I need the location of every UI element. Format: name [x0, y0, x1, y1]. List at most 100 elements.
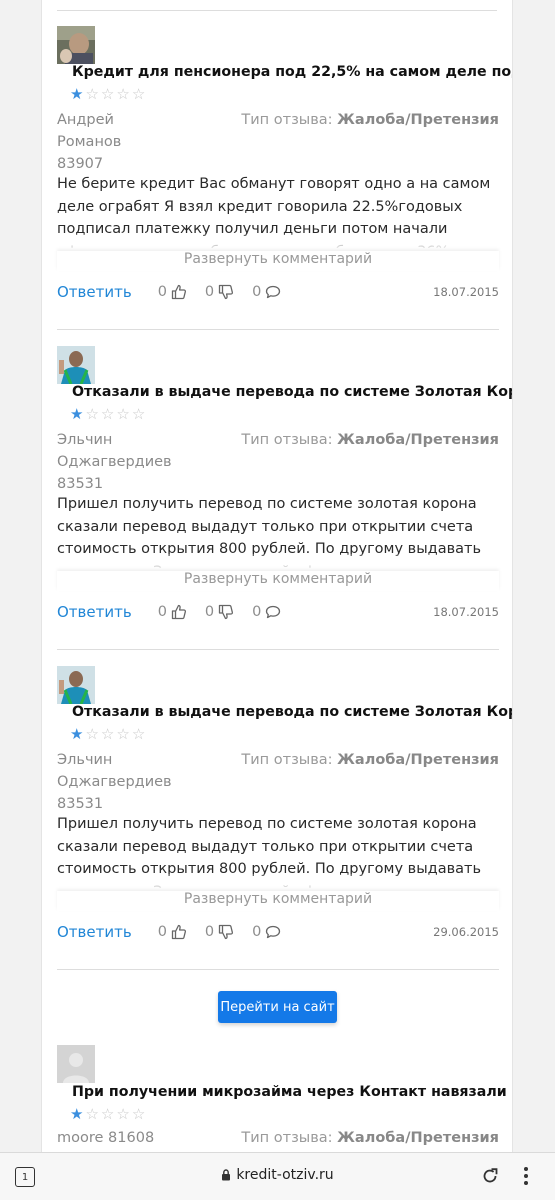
author-first-name: Эльчин: [57, 752, 113, 768]
star-empty-icon: ☆: [116, 85, 130, 103]
star-empty-icon: ☆: [116, 1105, 130, 1123]
thumbs-down-icon: [219, 924, 234, 940]
thumbs-up-icon: [171, 604, 186, 620]
go-to-site-button[interactable]: Перейти на сайт: [218, 991, 337, 1023]
author-info: Эльчин Оджагвердиев 83531: [57, 429, 217, 495]
rating-stars: ★ ☆ ☆ ☆ ☆: [70, 86, 145, 102]
review-title[interactable]: Отказали в выдаче перевода по системе Зо…: [72, 704, 512, 720]
avatar[interactable]: [57, 666, 95, 704]
like-count: 0: [157, 924, 167, 940]
like-button[interactable]: 0: [158, 604, 187, 620]
author-info: Эльчин Оджагвердиев 83531: [57, 749, 217, 815]
star-empty-icon: ☆: [85, 725, 99, 743]
like-count: 0: [157, 284, 167, 300]
star-empty-icon: ☆: [100, 405, 115, 423]
page-content: Кредит для пенсионера под 22,5% на самом…: [41, 0, 513, 1152]
review-type-label: Тип отзыва:: [241, 752, 333, 768]
author-info: Андрей Романов 83907: [57, 109, 217, 175]
star-empty-icon: ☆: [85, 405, 99, 423]
like-button[interactable]: 0: [158, 924, 187, 940]
comment-bubble-icon: [266, 925, 281, 939]
reply-link[interactable]: Ответить: [57, 923, 132, 941]
author-first-name: Эльчин: [57, 432, 113, 448]
text-fade: [57, 554, 499, 570]
comments-count: 0: [252, 284, 262, 300]
comment-bubble-icon: [266, 605, 281, 619]
reply-link[interactable]: Ответить: [57, 283, 132, 301]
review-title[interactable]: Отказали в выдаче перевода по системе Зо…: [72, 384, 512, 400]
review-card: Отказали в выдаче перевода по системе Зо…: [57, 650, 512, 970]
dislike-count: 0: [204, 284, 215, 300]
review-type-label: Тип отзыва:: [241, 112, 333, 128]
star-filled-icon: ★: [70, 1105, 84, 1123]
dislike-button[interactable]: 0: [205, 604, 234, 620]
star-empty-icon: ☆: [100, 725, 115, 743]
star-empty-icon: ☆: [85, 85, 99, 103]
expand-comment-link[interactable]: Развернуть комментарий: [57, 571, 499, 591]
author-id: 83907: [57, 156, 104, 172]
author-id: 83531: [57, 796, 104, 812]
star-empty-icon: ☆: [100, 85, 115, 103]
star-empty-icon: ☆: [85, 1105, 99, 1123]
review-date: 18.07.2015: [433, 285, 499, 299]
dislike-button[interactable]: 0: [205, 284, 234, 300]
thumbs-down-icon: [219, 604, 234, 620]
comment-bubble-icon: [266, 285, 281, 299]
divider: [57, 969, 499, 970]
url-text: kredit-otziv.ru: [236, 1167, 334, 1183]
comments-button[interactable]: 0: [252, 604, 281, 620]
review-type-value: Жалоба/Претензия: [337, 112, 499, 128]
reply-link[interactable]: Ответить: [57, 603, 132, 621]
author-id: 83531: [57, 476, 104, 492]
review-type-value: Жалоба/Претензия: [337, 752, 499, 768]
address-bar[interactable]: kredit-otziv.ru: [0, 1167, 555, 1183]
review-type: Тип отзыва: Жалоба/Претензия: [241, 749, 499, 771]
review-card: При получении микрозайма через Контакт н…: [57, 1030, 512, 1152]
star-empty-icon: ☆: [131, 1105, 146, 1123]
avatar-placeholder[interactable]: [57, 1045, 95, 1083]
review-type: Тип отзыва: Жалоба/Претензия: [241, 1127, 499, 1149]
review-card: Отказали в выдаче перевода по системе Зо…: [57, 330, 512, 650]
avatar[interactable]: [57, 346, 95, 384]
author-last-name: Романов: [57, 134, 122, 150]
review-actions: Ответить 0 0 0 29.06.2015: [57, 920, 499, 944]
text-fade: [57, 234, 499, 250]
lock-icon: [222, 1169, 231, 1181]
dislike-button[interactable]: 0: [205, 924, 234, 940]
author-first-name: Андрей: [57, 112, 114, 128]
review-type-label: Тип отзыва:: [241, 432, 333, 448]
rating-stars: ★ ☆ ☆ ☆ ☆: [70, 726, 145, 742]
avatar[interactable]: [57, 26, 95, 64]
more-menu-icon[interactable]: [522, 1165, 530, 1187]
review-type-label: Тип отзыва:: [241, 1130, 333, 1146]
text-fade: [57, 874, 499, 890]
comments-button[interactable]: 0: [252, 284, 281, 300]
review-title[interactable]: Кредит для пенсионера под 22,5% на самом…: [72, 64, 512, 80]
review-card: Кредит для пенсионера под 22,5% на самом…: [57, 10, 512, 330]
comments-button[interactable]: 0: [252, 924, 281, 940]
like-button[interactable]: 0: [158, 284, 187, 300]
author-last-name: Оджагвердиев: [57, 774, 172, 790]
review-type-value: Жалоба/Претензия: [337, 1130, 499, 1146]
star-empty-icon: ☆: [131, 725, 146, 743]
thumbs-up-icon: [171, 284, 186, 300]
author-info: moore 81608: [57, 1127, 257, 1149]
dislike-count: 0: [204, 924, 215, 940]
reload-icon[interactable]: [480, 1166, 500, 1186]
browser-toolbar: 1 kredit-otziv.ru: [0, 1152, 555, 1200]
expand-comment-link[interactable]: Развернуть комментарий: [57, 891, 499, 911]
comments-count: 0: [252, 604, 262, 620]
star-empty-icon: ☆: [100, 1105, 115, 1123]
star-filled-icon: ★: [70, 725, 84, 743]
rating-stars: ★ ☆ ☆ ☆ ☆: [70, 1106, 145, 1122]
star-empty-icon: ☆: [131, 85, 146, 103]
author-last-name: Оджагвердиев: [57, 454, 172, 470]
star-empty-icon: ☆: [116, 405, 130, 423]
review-date: 29.06.2015: [433, 925, 499, 939]
review-date: 18.07.2015: [433, 605, 499, 619]
thumbs-down-icon: [219, 284, 234, 300]
author-name: moore 81608: [57, 1130, 155, 1146]
expand-comment-link[interactable]: Развернуть комментарий: [57, 251, 499, 271]
like-count: 0: [157, 604, 167, 620]
review-title[interactable]: При получении микрозайма через Контакт н…: [72, 1084, 512, 1100]
